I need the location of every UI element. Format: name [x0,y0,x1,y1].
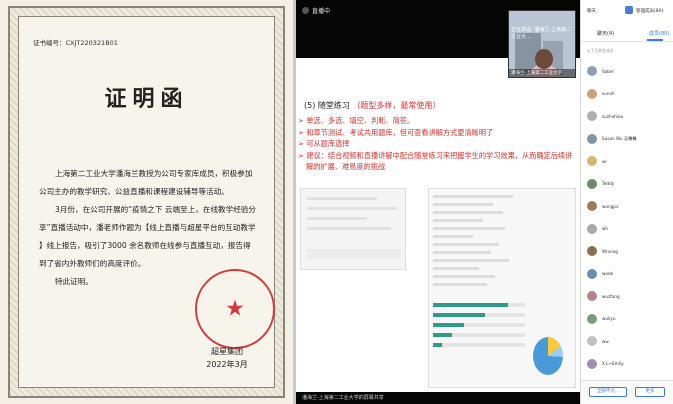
member-avatar [587,178,597,189]
member-item[interactable]: Susan Wu 吴馨馨 [587,132,673,146]
member-item[interactable]: wl [587,154,673,168]
certificate-border: 证书编号：CXJT220321B01 证明函 上海第二工业大学潘海兰教授为公司专… [8,6,285,398]
panel-header-right: 管理成员(80) [636,9,664,14]
slide-bullet: ➢ 建议：结合视频和直播讲解中配合随堂练习来把握学生的学习效果，从而确定后续讲解… [298,150,573,172]
member-avatar [587,313,597,324]
result-bar [433,333,453,337]
member-avatar [587,111,597,121]
member-item[interactable]: Wnniog [587,244,673,258]
member-item[interactable]: wuzfang [587,289,673,303]
room-title-text: 直播中 [312,8,331,15]
member-avatar [587,133,597,144]
member-name: wh [602,226,609,231]
screen-share-caption: 潘海兰-上海第二工业大学的屏幕共享 [296,392,580,404]
member-avatar [587,291,597,301]
tab-chat[interactable]: 聊天(4) [597,30,614,37]
panel-footer: 全部不允... 更多 [581,380,673,404]
more-button[interactable]: 更多 [635,387,665,397]
member-name: wangpv [602,203,619,209]
member-item[interactable]: sunoh [587,87,673,101]
certificate-signature: 超星集团 2022年3月 [187,345,267,371]
speaking-indicator: 正在讲话: 潘海兰-上海第二工业大... [511,27,572,40]
member-name: wuzfang [602,293,620,299]
member-item[interactable]: X.L~Emily [587,357,673,371]
camera-label: 潘海兰-上海第二工业大学 [509,69,575,77]
member-item[interactable]: wuliyu [587,312,673,326]
speaker-camera: 潘海兰-上海第二工业大学 [508,10,576,78]
shared-slide: (5) 随堂练习 （题型多样，最常使用） ➢ 单选、多选、填空、判断、简答。 ➢… [296,58,580,392]
slide-heading-note: （题型多样，最常使用） [352,101,441,110]
member-name: X.L~Emily [602,361,624,366]
member-item[interactable]: wangpv [587,199,673,213]
member-avatar [587,201,597,211]
member-item[interactable]: wh [587,222,673,236]
member-name: wuliyu [602,316,616,321]
member-avatar [587,88,597,99]
member-name: Susan Wu 吴馨馨 [602,135,637,141]
member-avatar [587,336,597,346]
certificate-signer: 超星集团 [211,347,243,356]
member-name: Teddy [602,181,615,186]
slide-bullet: ➢ 单选、多选、填空、判断、简答。 [298,116,415,125]
live-video-area: 直播中 (5) 随堂练习 （题型多样，最常使用） ➢ 单选、多选、填空、判断、简… [296,0,580,404]
active-tab-indicator [647,39,663,41]
certificate-date: 2022年3月 [206,360,248,369]
result-bar [433,343,443,347]
mute-all-button[interactable]: 全部不允... [589,387,627,397]
speaker-head [535,49,553,69]
live-icon [302,7,309,14]
member-name: Saber [602,68,615,74]
member-avatar [587,66,597,76]
panel-header: 聊天 管理成员(80) 聊天(4) 成员(80) [581,0,673,42]
window-icon[interactable] [625,6,633,14]
member-name: sunoh [602,91,615,96]
panel-header-left: 聊天 [587,9,596,14]
member-item[interactable]: ww [587,334,673,348]
result-bar [433,323,465,327]
member-item[interactable]: suzhehieu [587,109,673,123]
seal-star-icon: ★ [225,296,245,322]
slide-heading-text: (5) 随堂练习 [304,101,350,110]
member-item[interactable]: Teddy [587,177,673,191]
certificate-number: 证书编号：CXJT220321B01 [33,39,118,47]
result-pie-chart [533,337,563,375]
result-bar [433,313,485,317]
certificate-paragraph: 上海第二工业大学潘海兰教授为公司专家库成员，积极参加公司主办的教学研究、公益直播… [39,169,253,196]
certificate-title: 证明函 [104,86,189,112]
member-name: wode [602,271,614,276]
member-name: ww [602,338,609,344]
tab-members[interactable]: 成员(80) [649,30,669,37]
slide-bullet: ➢ 可从题库选择 [298,139,350,148]
slide-screenshot-left [300,188,406,270]
slide-bullet: ➢ 和章节测试、考试共用题库，但可查看讲解方式更清晰明了 [298,127,494,137]
member-name: wl [602,158,607,164]
member-avatar [587,268,597,279]
certificate-paragraph: 3月份，在公司开展的“疫情之下 云端至上，在线教学经验分享”直播活动中，潘老师作… [39,205,257,268]
member-avatar [587,246,597,256]
slide-heading: (5) 随堂练习 （题型多样，最常使用） [304,100,440,111]
member-avatar [587,223,597,234]
certificate-image: 证书编号：CXJT220321B01 证明函 上海第二工业大学潘海兰教授为公司专… [0,0,293,404]
slide-screenshot-results [428,188,576,388]
room-title: 直播中 [302,6,330,15]
company-seal: ★ [195,269,275,349]
slide-bullets: ➢ 单选、多选、填空、判断、简答。 ➢ 和章节测试、考试共用题库，但可查看讲解方… [298,115,576,173]
member-list-note: 以下为参会成员 [587,48,614,53]
member-avatar [587,358,597,369]
member-avatar [587,156,597,166]
chat-panel: 聊天 管理成员(80) 聊天(4) 成员(80) 以下为参会成员 Saber su… [580,0,673,404]
member-item[interactable]: wode [587,267,673,281]
certificate-inner: 证书编号：CXJT220321B01 证明函 上海第二工业大学潘海兰教授为公司专… [18,16,275,388]
member-name: suzhehieu [602,113,624,119]
result-bar [433,303,509,307]
member-item[interactable]: Saber [587,64,673,78]
member-name: Wnniog [602,248,618,254]
